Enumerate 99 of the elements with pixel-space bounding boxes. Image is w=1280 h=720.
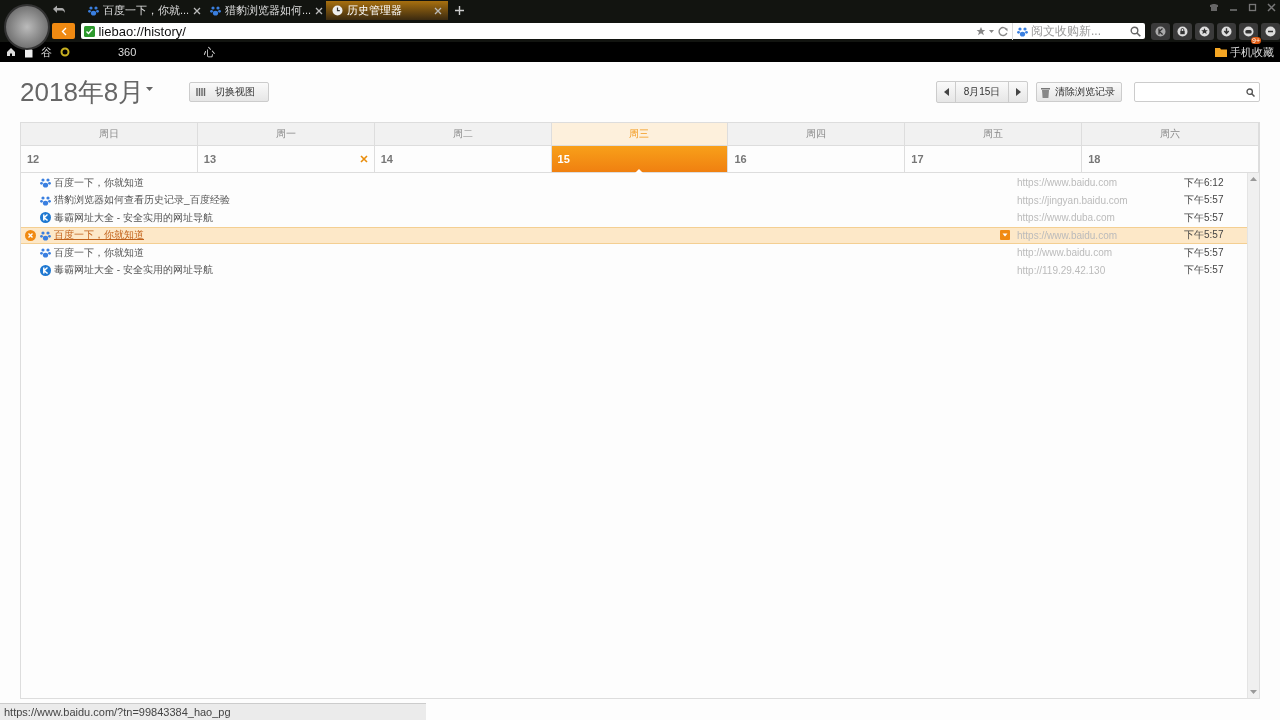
shirt-icon[interactable] [1209, 3, 1219, 12]
switch-view-button[interactable]: 切换视图 [189, 82, 270, 102]
minus-icon [1265, 25, 1276, 37]
history-row[interactable]: 毒霸网址大全 - 安全实用的网址导航 https://www.duba.com 下午5:57 [21, 209, 1247, 227]
weekday-header: 周六 [1082, 123, 1259, 146]
clock-icon [332, 5, 343, 16]
home-icon[interactable] [6, 47, 16, 57]
paw-icon [40, 247, 51, 259]
history-row[interactable]: 百度一下，你就知道 http://www.baidu.com 下午5:57 [21, 244, 1247, 262]
page-title-link[interactable]: 毒霸网址大全 - 安全实用的网址导航 [54, 263, 213, 278]
clear-history-button[interactable]: 清除浏览记录 [1036, 82, 1122, 102]
grid-icon [196, 87, 208, 97]
download-icon [1221, 25, 1232, 37]
day-number: 16 [734, 153, 747, 165]
visit-time: 下午5:57 [1184, 263, 1224, 278]
day-number: 13 [203, 153, 217, 165]
refresh-icon[interactable] [997, 25, 1009, 37]
paw-icon [210, 5, 221, 16]
url-text: http://119.29.42.130 [1017, 264, 1107, 276]
day-number: 18 [1088, 153, 1101, 165]
page-title-link[interactable]: 百度一下，你就知道 [54, 245, 144, 260]
paw-icon [40, 177, 51, 189]
search-field[interactable] [1134, 82, 1260, 102]
close-icon[interactable] [315, 6, 324, 15]
right-triangle-icon [1015, 88, 1021, 96]
history-row[interactable]: 百度一下，你就知道 https://www.baidu.com 下午6:12 [21, 174, 1247, 192]
trash-icon [1041, 86, 1050, 98]
bookmark-link[interactable]: 心 [204, 44, 216, 60]
visit-time: 下午6:12 [1184, 175, 1224, 190]
status-url: https://www.baidu.com/?tn=99843384_hao_pg [4, 706, 231, 718]
history-row[interactable]: 毒霸网址大全 - 安全实用的网址导航 http://119.29.42.130 下午5:57 [21, 261, 1247, 279]
paw-icon [40, 229, 51, 241]
day-cell[interactable]: 12 [21, 146, 198, 172]
page-title-link[interactable]: 毒霸网址大全 - 安全实用的网址导航 [54, 210, 213, 225]
day-cell[interactable]: 17 [905, 146, 1083, 172]
browser-tab[interactable]: 猎豹浏览器如何... [204, 1, 326, 20]
paw-icon [1017, 25, 1028, 37]
bookmark-link[interactable]: 谷 [41, 44, 52, 60]
visit-time: 下午5:57 [1184, 228, 1224, 243]
search-icon[interactable] [1130, 25, 1141, 37]
day-cell[interactable]: 14 [374, 146, 552, 172]
history-row[interactable]: 百度一下，你就知道 https://www.baidu.com 下午5:57 [21, 226, 1247, 244]
url-text: https://www.baidu.com [1017, 177, 1119, 189]
visit-time: 下午5:57 [1184, 245, 1224, 260]
weekday-header: 周三 [551, 123, 729, 146]
toolbar-button[interactable] [1173, 22, 1192, 40]
day-number: 17 [911, 153, 924, 165]
paw-icon [88, 5, 99, 16]
url-text: https://www.baidu.com [1017, 229, 1119, 241]
url-text: https://jingyan.baidu.com [1017, 194, 1129, 206]
toolbar-button[interactable] [1151, 22, 1170, 40]
visit-time: 下午5:57 [1184, 210, 1224, 225]
k-logo-icon [1155, 25, 1166, 37]
left-triangle-icon [943, 88, 949, 96]
toolbar-button[interactable] [1261, 22, 1280, 40]
weekday-header: 周二 [374, 123, 552, 146]
star-icon [1199, 25, 1210, 37]
browser-tab[interactable]: 百度一下，你就... [82, 1, 204, 20]
day-cell[interactable]: 16 [728, 146, 906, 172]
search-icon [1246, 87, 1255, 97]
bookmark-link[interactable]: 360 [118, 46, 137, 58]
check-icon [84, 25, 96, 37]
paw-icon [40, 194, 51, 206]
weekday-header: 周一 [197, 123, 375, 146]
search-placeholder: 阅文收购新... [1031, 22, 1101, 40]
day-number: 12 [27, 153, 40, 165]
star-icon[interactable] [976, 25, 994, 37]
weekday-header: 周日 [21, 123, 198, 146]
page-title-link[interactable]: 百度一下，你就知道 [54, 175, 144, 190]
page-title-link[interactable]: 百度一下，你就知道 [54, 228, 144, 243]
toolbar-button[interactable] [1195, 22, 1214, 40]
history-row[interactable]: 猎豹浏览器如何查看历史记录_百度经验 https://jingyan.baidu.com 下午5:57 [21, 191, 1247, 209]
back-button[interactable] [52, 23, 76, 39]
ring-icon [60, 47, 70, 57]
visit-time: 下午5:57 [1184, 193, 1224, 208]
weekday-header: 周五 [905, 123, 1083, 146]
address-field[interactable]: liebao://history/ 阅文收购新... [81, 23, 1145, 39]
address-text: liebao://history/ [98, 23, 187, 39]
url-text: http://www.baidu.com [1017, 247, 1114, 259]
weekday-header: 周四 [728, 123, 906, 146]
lock-icon [1177, 25, 1188, 37]
browser-tab[interactable]: 历史管理器 [326, 1, 448, 20]
day-number: 15 [557, 153, 570, 165]
day-cell[interactable]: 13 [197, 146, 375, 172]
month-title[interactable]: 2018年8月 [20, 74, 145, 110]
day-number: 14 [380, 153, 393, 165]
close-icon[interactable] [1267, 3, 1276, 12]
bookmark-folder[interactable]: 手机收藏 [1230, 44, 1274, 60]
maximize-icon[interactable] [1248, 3, 1257, 12]
close-icon[interactable] [193, 6, 202, 15]
chevron-icon [60, 26, 67, 36]
close-icon[interactable] [434, 6, 442, 15]
day-cell[interactable]: 18 [1082, 146, 1259, 172]
url-text: https://www.duba.com [1017, 212, 1116, 224]
toolbar-button[interactable] [1217, 22, 1236, 40]
caret-icon[interactable] [146, 86, 154, 92]
page-title-link[interactable]: 猎豹浏览器如何查看历史记录_百度经验 [54, 193, 230, 208]
plus-icon[interactable] [454, 5, 465, 16]
folder-icon [1215, 47, 1227, 57]
